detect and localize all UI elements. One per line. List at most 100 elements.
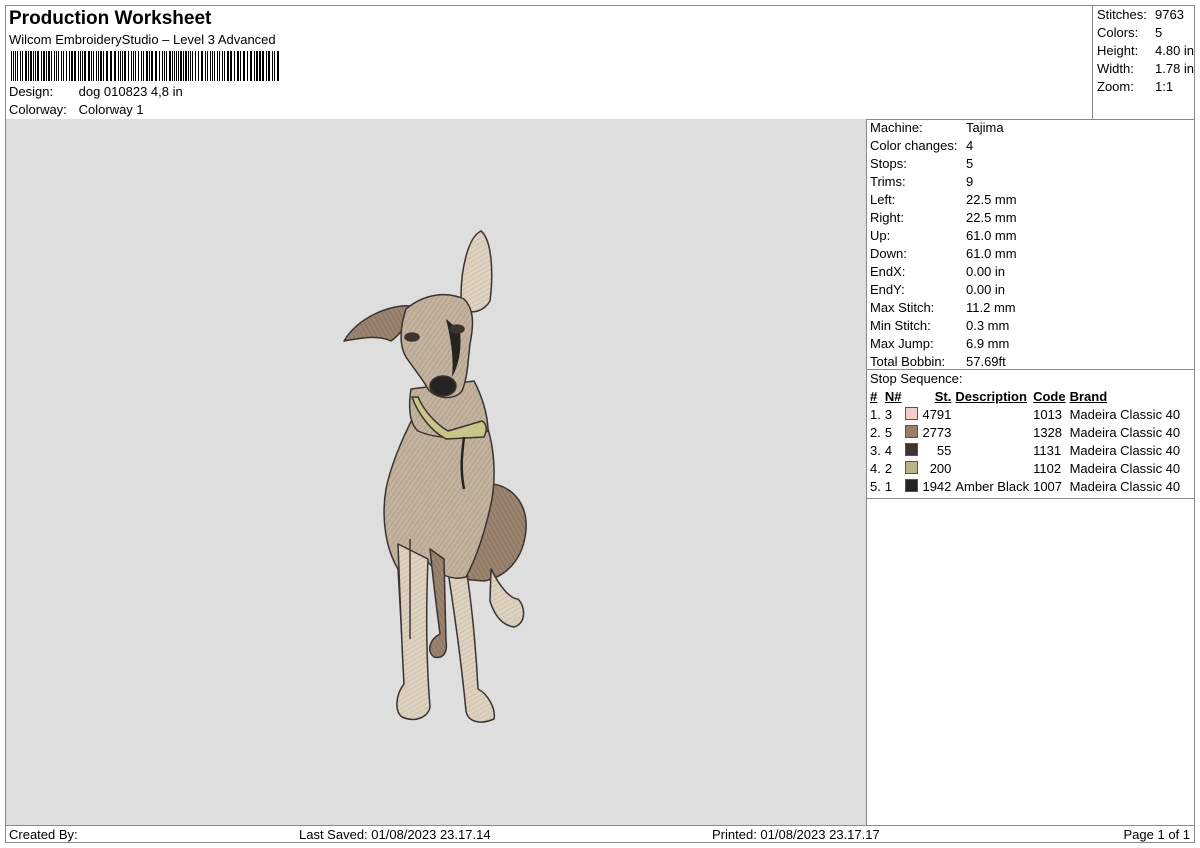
barcode-bar [190, 51, 191, 81]
machine-info-row: Min Stitch: 0.3 mm [870, 318, 1009, 333]
machine-info-row: EndX: 0.00 in [870, 264, 1005, 279]
barcode-bar [262, 51, 264, 81]
col-number: # [870, 388, 878, 404]
barcode-icon [11, 51, 279, 81]
machine-info-row: Max Stitch: 11.2 mm [870, 300, 1016, 315]
barcode-bar [174, 51, 175, 81]
needle-number: 4 [884, 442, 893, 458]
stat-width: Width: 1.78 in [1097, 61, 1194, 76]
col-code: Code [1033, 388, 1066, 404]
barcode-bar [237, 51, 239, 81]
barcode-bar [227, 51, 229, 81]
machine-info-row: Max Jump: 6.9 mm [870, 336, 1009, 351]
barcode-bar [41, 51, 42, 81]
barcode-bar [58, 51, 59, 81]
barcode-bar [151, 51, 153, 81]
info-label: Max Stitch: [870, 300, 935, 315]
section-divider [867, 369, 1194, 370]
swatch-cell [903, 477, 920, 495]
barcode-bar [217, 51, 218, 81]
barcode-bar [61, 51, 62, 81]
barcode-bar [46, 51, 47, 81]
barcode-bar [122, 51, 123, 81]
design-preview [6, 119, 867, 825]
worksheet-header: Production Worksheet Wilcom EmbroiderySt… [6, 6, 1094, 120]
last-saved: Last Saved: 01/08/2023 23.17.14 [299, 827, 491, 842]
barcode-bar [110, 51, 112, 81]
barcode-bar [91, 51, 92, 81]
barcode-bar [240, 51, 241, 81]
embroidery-dog-illustration [343, 230, 527, 723]
col-description: Description [955, 388, 1027, 404]
info-value: 4 [966, 138, 974, 153]
barcode-bar [37, 51, 39, 81]
barcode-bar [250, 51, 252, 81]
barcode-bar [155, 51, 157, 81]
thread-brand: Madeira Classic 40 [1069, 406, 1181, 422]
dog-eye-right [449, 324, 465, 334]
machine-info-row: EndY: 0.00 in [870, 282, 1005, 297]
col-brand: Brand [1069, 388, 1108, 404]
barcode-bar [124, 51, 126, 81]
color-swatch [905, 424, 919, 438]
stat-label: Width: [1097, 61, 1134, 76]
barcode-bar [166, 51, 167, 81]
barcode-bar [192, 51, 193, 81]
production-worksheet: Production Worksheet Wilcom EmbroiderySt… [5, 5, 1195, 843]
machine-info-panel: Machine: Tajima Color changes: 4 Stops: 5 Trim… [867, 119, 1194, 825]
barcode-bar [43, 51, 45, 81]
color-swatch [905, 478, 919, 492]
barcode-bar [183, 51, 184, 81]
info-value: 57.69ft [966, 354, 1006, 369]
barcode-bar [103, 51, 104, 81]
stat-label: Height: [1097, 43, 1139, 58]
col-stitches: St. [934, 388, 952, 404]
barcode-bar [13, 51, 14, 81]
barcode-bar [98, 51, 99, 81]
info-label: Right: [870, 210, 904, 225]
stop-sequence-table: # N# St. Description Code Brand 1. 3 4791 1… [868, 387, 1182, 495]
stat-value: 4.80 in [1155, 43, 1195, 58]
stitch-count: 200 [929, 460, 952, 476]
barcode-bar [219, 51, 220, 81]
barcode-bar [17, 51, 18, 81]
info-label: EndY: [870, 282, 905, 297]
info-value: 61.0 mm [966, 228, 1017, 243]
info-label: Trims: [870, 174, 906, 189]
barcode-bar [210, 51, 211, 81]
dog-inner-leg [429, 548, 448, 659]
col-needle: N# [884, 388, 902, 404]
barcode-bar [133, 51, 134, 81]
thread-code: 1102 [1033, 460, 1062, 476]
table-row: 2. 5 2773 1328 Madeira Classic 40 [868, 423, 1182, 441]
barcode-bar [212, 51, 213, 81]
section-divider [867, 498, 1194, 499]
thread-description [953, 459, 1031, 477]
color-swatch [905, 460, 919, 474]
row-number: 2. [870, 424, 881, 440]
color-swatch [905, 442, 919, 456]
swatch-cell [903, 423, 920, 441]
barcode-bar [207, 51, 208, 81]
info-value: 5 [966, 156, 974, 171]
barcode-bar [20, 51, 21, 81]
barcode-bar [30, 51, 32, 81]
barcode-bar [159, 51, 160, 81]
barcode-bar [11, 51, 12, 81]
barcode-bar [247, 51, 248, 81]
barcode-bar [93, 51, 94, 81]
info-value: 22.5 mm [966, 192, 1017, 207]
barcode-bar [205, 51, 206, 81]
thread-description [953, 441, 1031, 459]
barcode-bar [259, 51, 261, 81]
barcode-bar [185, 51, 187, 81]
stat-label: Colors: [1097, 25, 1139, 40]
page-number: Page 1 of 1 [1123, 827, 1191, 842]
barcode-bar [66, 51, 67, 81]
info-label: Color changes: [870, 138, 958, 153]
created-by: Created By: [9, 827, 78, 842]
software-subtitle: Wilcom EmbroideryStudio – Level 3 Advanc… [9, 32, 276, 47]
thread-brand: Madeira Classic 40 [1069, 460, 1181, 476]
thread-brand: Madeira Classic 40 [1069, 478, 1181, 494]
barcode-bar [149, 51, 150, 81]
